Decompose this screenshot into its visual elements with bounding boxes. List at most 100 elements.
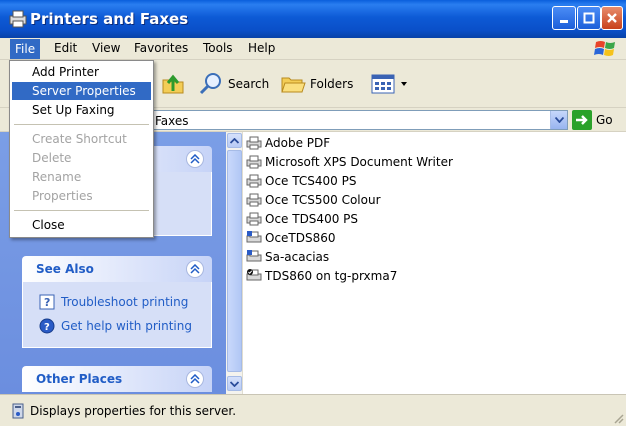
menu-tools[interactable]: Tools: [203, 41, 233, 55]
window-title: Printers and Faxes: [30, 10, 189, 28]
menu-view[interactable]: View: [92, 41, 120, 55]
vertical-scrollbar[interactable]: [226, 132, 243, 394]
search-button[interactable]: Search: [198, 70, 269, 98]
menu-rename[interactable]: Rename: [12, 168, 151, 186]
chevron-up-icon: [190, 374, 200, 384]
printer-item[interactable]: Adobe PDF: [246, 133, 330, 152]
status-text: Displays properties for this server.: [30, 404, 237, 418]
chevron-up-icon: [190, 264, 200, 274]
get-help-printing-label: Get help with printing: [61, 319, 192, 333]
see-also-panel-header[interactable]: See Also: [22, 256, 212, 282]
chevron-down-icon: [401, 82, 407, 86]
menu-file[interactable]: File: [10, 39, 41, 59]
menu-help[interactable]: Help: [248, 41, 275, 55]
folders-icon: [281, 77, 306, 93]
printer-item[interactable]: OceTDS860: [246, 228, 336, 247]
menu-server-properties[interactable]: Server Properties: [12, 82, 151, 100]
menu-favorites[interactable]: Favorites: [134, 41, 188, 55]
title-bar[interactable]: Printers and Faxes: [0, 0, 626, 38]
menu-bar: File Edit View Favorites Tools Help: [0, 38, 626, 60]
printer-name: Oce TCS500 Colour: [265, 192, 381, 207]
printer-icon: [246, 193, 262, 206]
default-printer-icon: [246, 268, 262, 280]
printer-name: Sa-acacias: [265, 249, 330, 264]
other-places-title: Other Places: [36, 372, 123, 386]
network-printer-icon: [246, 230, 262, 242]
svg-text:?: ?: [44, 322, 50, 333]
printer-icon: [246, 136, 262, 149]
printer-item[interactable]: Oce TDS400 PS: [246, 209, 358, 228]
printer-name: Microsoft XPS Document Writer: [265, 154, 453, 169]
chevron-up-icon: [230, 137, 239, 144]
maximize-button[interactable]: [577, 6, 601, 30]
folders-label: Folders: [310, 77, 354, 91]
troubleshoot-printing-label: Troubleshoot printing: [61, 295, 189, 309]
collapse-button[interactable]: [186, 260, 204, 278]
status-bar: Displays properties for this server.: [0, 394, 626, 426]
address-value: Faxes: [155, 114, 189, 128]
printer-name: OceTDS860: [265, 230, 336, 245]
views-button[interactable]: [370, 70, 408, 98]
scroll-thumb[interactable]: [227, 150, 242, 372]
collapse-button[interactable]: [186, 150, 204, 168]
scroll-down-button[interactable]: [227, 376, 242, 391]
up-folder-icon: [162, 74, 184, 94]
printer-item[interactable]: Oce TCS500 Colour: [246, 190, 381, 209]
printer-icon: [246, 155, 262, 168]
menu-create-shortcut[interactable]: Create Shortcut: [12, 130, 151, 148]
address-input[interactable]: Faxes: [150, 110, 568, 130]
menu-close[interactable]: Close: [12, 216, 151, 234]
go-button[interactable]: Go: [572, 110, 613, 130]
menu-set-up-faxing[interactable]: Set Up Faxing: [12, 101, 151, 119]
search-icon: [199, 73, 221, 95]
menu-properties[interactable]: Properties: [12, 187, 151, 205]
resize-grip-icon[interactable]: [612, 412, 624, 424]
network-printer-icon: [246, 249, 262, 261]
up-folder-button[interactable]: [160, 70, 186, 98]
help-book-icon: ?: [39, 294, 55, 310]
chevron-down-icon: [230, 380, 239, 387]
printer-item[interactable]: Microsoft XPS Document Writer: [246, 152, 453, 171]
menu-separator: [14, 210, 149, 211]
help-circle-icon: ?: [39, 318, 55, 334]
go-arrow-icon: [572, 110, 592, 130]
printer-folder-icon: [9, 10, 27, 28]
minimize-button[interactable]: [552, 6, 576, 30]
server-properties-icon: [12, 403, 24, 419]
chevron-down-icon: [554, 117, 564, 123]
close-icon: [607, 13, 617, 23]
other-places-panel-header[interactable]: Other Places: [22, 366, 212, 392]
printer-list-pane: Adobe PDF Microsoft XPS Document Writer …: [226, 132, 626, 394]
minimize-icon: [560, 20, 568, 23]
get-help-printing-link[interactable]: ? Get help with printing: [39, 318, 192, 334]
printer-icon: [246, 174, 262, 187]
folders-button[interactable]: Folders: [280, 70, 353, 98]
chevron-up-icon: [190, 154, 200, 164]
printer-item[interactable]: Oce TCS400 PS: [246, 171, 356, 190]
collapse-button[interactable]: [186, 370, 204, 388]
see-also-panel-body: ? Troubleshoot printing ? Get help with …: [22, 282, 212, 348]
printer-icon: [246, 212, 262, 225]
views-icon: [371, 74, 395, 94]
printer-item[interactable]: TDS860 on tg-prxma7: [246, 266, 397, 285]
menu-separator: [14, 124, 149, 125]
troubleshoot-printing-link[interactable]: ? Troubleshoot printing: [39, 294, 188, 310]
printer-name: Oce TCS400 PS: [265, 173, 357, 188]
printer-name: Oce TDS400 PS: [265, 211, 358, 226]
go-label: Go: [596, 113, 613, 127]
scroll-up-button[interactable]: [227, 133, 242, 148]
maximize-icon: [583, 12, 595, 24]
svg-text:?: ?: [44, 296, 50, 309]
file-menu-dropdown: Add Printer Server Properties Set Up Fax…: [9, 60, 154, 238]
printer-name: Adobe PDF: [265, 135, 331, 150]
address-dropdown-button[interactable]: [550, 111, 567, 129]
menu-delete[interactable]: Delete: [12, 149, 151, 167]
search-label: Search: [228, 77, 270, 91]
see-also-title: See Also: [36, 262, 94, 276]
printer-item[interactable]: Sa-acacias: [246, 247, 329, 266]
windows-logo-icon: [594, 41, 615, 56]
close-button[interactable]: [601, 6, 623, 30]
printer-name: TDS860 on tg-prxma7: [265, 268, 398, 283]
menu-add-printer[interactable]: Add Printer: [12, 63, 151, 81]
menu-edit[interactable]: Edit: [54, 41, 77, 55]
